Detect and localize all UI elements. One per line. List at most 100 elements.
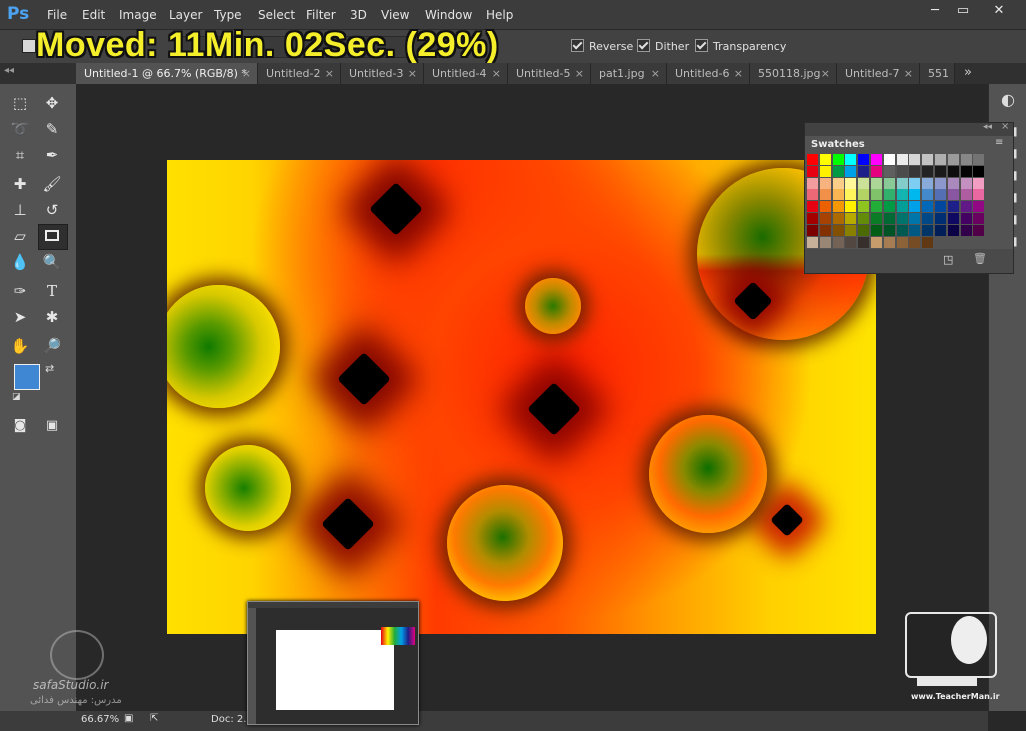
swatch[interactable] [807,236,818,248]
swatch[interactable] [973,177,985,189]
swatch[interactable] [947,224,959,236]
swatch[interactable] [922,154,934,165]
swatch[interactable] [935,154,946,165]
swatch[interactable] [819,224,831,236]
swatch[interactable] [858,177,870,189]
swatch[interactable] [871,189,882,201]
swatch[interactable] [858,189,870,201]
swatch[interactable] [935,201,946,213]
zoom-level[interactable]: 66.67% [81,714,119,725]
swatch[interactable] [819,177,831,189]
swatch[interactable] [909,189,921,201]
swatch[interactable] [883,236,895,248]
swatch[interactable] [896,165,908,177]
swatch[interactable] [883,201,895,213]
foreground-color-swatch[interactable] [14,364,40,390]
crop-tool-icon[interactable]: ⌗ [8,144,32,166]
restore-button[interactable]: ▭ [950,2,976,20]
swatch[interactable] [960,224,972,236]
swatch[interactable] [871,236,882,248]
swatch[interactable] [960,189,972,201]
close-tab-icon[interactable]: × [575,63,584,84]
swatch[interactable] [973,165,985,177]
swatch[interactable] [819,201,831,213]
swatch[interactable] [960,177,972,189]
tab-overflow-icon[interactable]: » [964,65,972,80]
tab-untitled-4[interactable]: Untitled-4 × [424,63,508,84]
swatch[interactable] [807,213,818,224]
menu-select[interactable]: Select [258,8,295,22]
swatch[interactable] [909,201,921,213]
swatch[interactable] [883,224,895,236]
close-tab-icon[interactable]: × [904,63,913,84]
close-tab-icon[interactable]: × [242,63,251,84]
tab-untitled-2[interactable]: Untitled-2 × [258,63,341,84]
swatch[interactable] [909,236,921,248]
swatch[interactable] [922,213,934,224]
swatch[interactable] [871,165,882,177]
swatch[interactable] [947,154,959,165]
swatch[interactable] [845,154,857,165]
swatch[interactable] [947,177,959,189]
menu-edit[interactable]: Edit [82,8,105,22]
default-colors-icon[interactable]: ◪ [12,392,21,402]
swatch[interactable] [858,201,870,213]
swatches-tab[interactable]: Swatches [806,136,867,153]
swatch[interactable] [871,177,882,189]
swatch[interactable] [909,165,921,177]
swatch[interactable] [819,154,831,165]
share-icon[interactable]: ⇱ [150,713,158,724]
healing-brush-tool-icon[interactable]: ✚ [8,173,32,195]
swatch[interactable] [896,236,908,248]
swatch[interactable] [883,189,895,201]
swatch[interactable] [947,189,959,201]
swatch[interactable] [845,224,857,236]
swatch[interactable] [832,213,844,224]
brush-tool-icon[interactable]: 🖌 [40,173,64,195]
swatch[interactable] [845,165,857,177]
status-info-icon[interactable]: ▣ [124,713,133,724]
swatch[interactable] [883,165,895,177]
swatch[interactable] [832,154,844,165]
swatch[interactable] [922,236,934,248]
tab-untitled-6[interactable]: Untitled-6 × [667,63,750,84]
swatch[interactable] [896,189,908,201]
swatch[interactable] [845,177,857,189]
swatch[interactable] [871,201,882,213]
menu-3d[interactable]: 3D [350,8,367,22]
tab-untitled-7[interactable]: Untitled-7 × [837,63,920,84]
adjustments-icon[interactable]: ◐ [1001,90,1015,109]
swatch[interactable] [896,154,908,165]
menu-file[interactable]: File [47,8,67,22]
swap-colors-icon[interactable]: ⇄ [45,362,54,375]
swatch[interactable] [973,213,985,224]
transparency-checkbox[interactable]: Transparency [695,39,786,53]
swatch[interactable] [845,189,857,201]
swatch[interactable] [871,154,882,165]
menu-image[interactable]: Image [119,8,157,22]
swatch[interactable] [960,213,972,224]
marquee-tool-icon[interactable]: ⬚ [8,92,32,114]
swatch[interactable] [935,189,946,201]
swatch[interactable] [883,177,895,189]
swatch[interactable] [858,154,870,165]
close-tab-icon[interactable]: × [408,63,417,84]
swatch[interactable] [845,213,857,224]
swatch[interactable] [807,154,818,165]
swatch[interactable] [807,165,818,177]
path-selection-tool-icon[interactable]: ➤ [8,306,32,328]
quick-selection-tool-icon[interactable]: ✎ [40,118,64,140]
eraser-tool-icon[interactable]: ▱ [8,225,32,247]
blur-tool-icon[interactable]: 💧 [8,251,32,273]
lasso-tool-icon[interactable]: ➰ [8,118,32,140]
zoom-tool-icon[interactable]: 🔎 [40,335,64,357]
swatch[interactable] [819,236,831,248]
tab-550118[interactable]: 550118.jpg × [750,63,837,84]
swatch[interactable] [922,177,934,189]
swatch[interactable] [896,213,908,224]
swatch[interactable] [909,213,921,224]
move-tool-icon[interactable]: ✥ [40,92,64,114]
swatch[interactable] [909,154,921,165]
swatch[interactable] [832,236,844,248]
canvas[interactable] [167,160,876,634]
